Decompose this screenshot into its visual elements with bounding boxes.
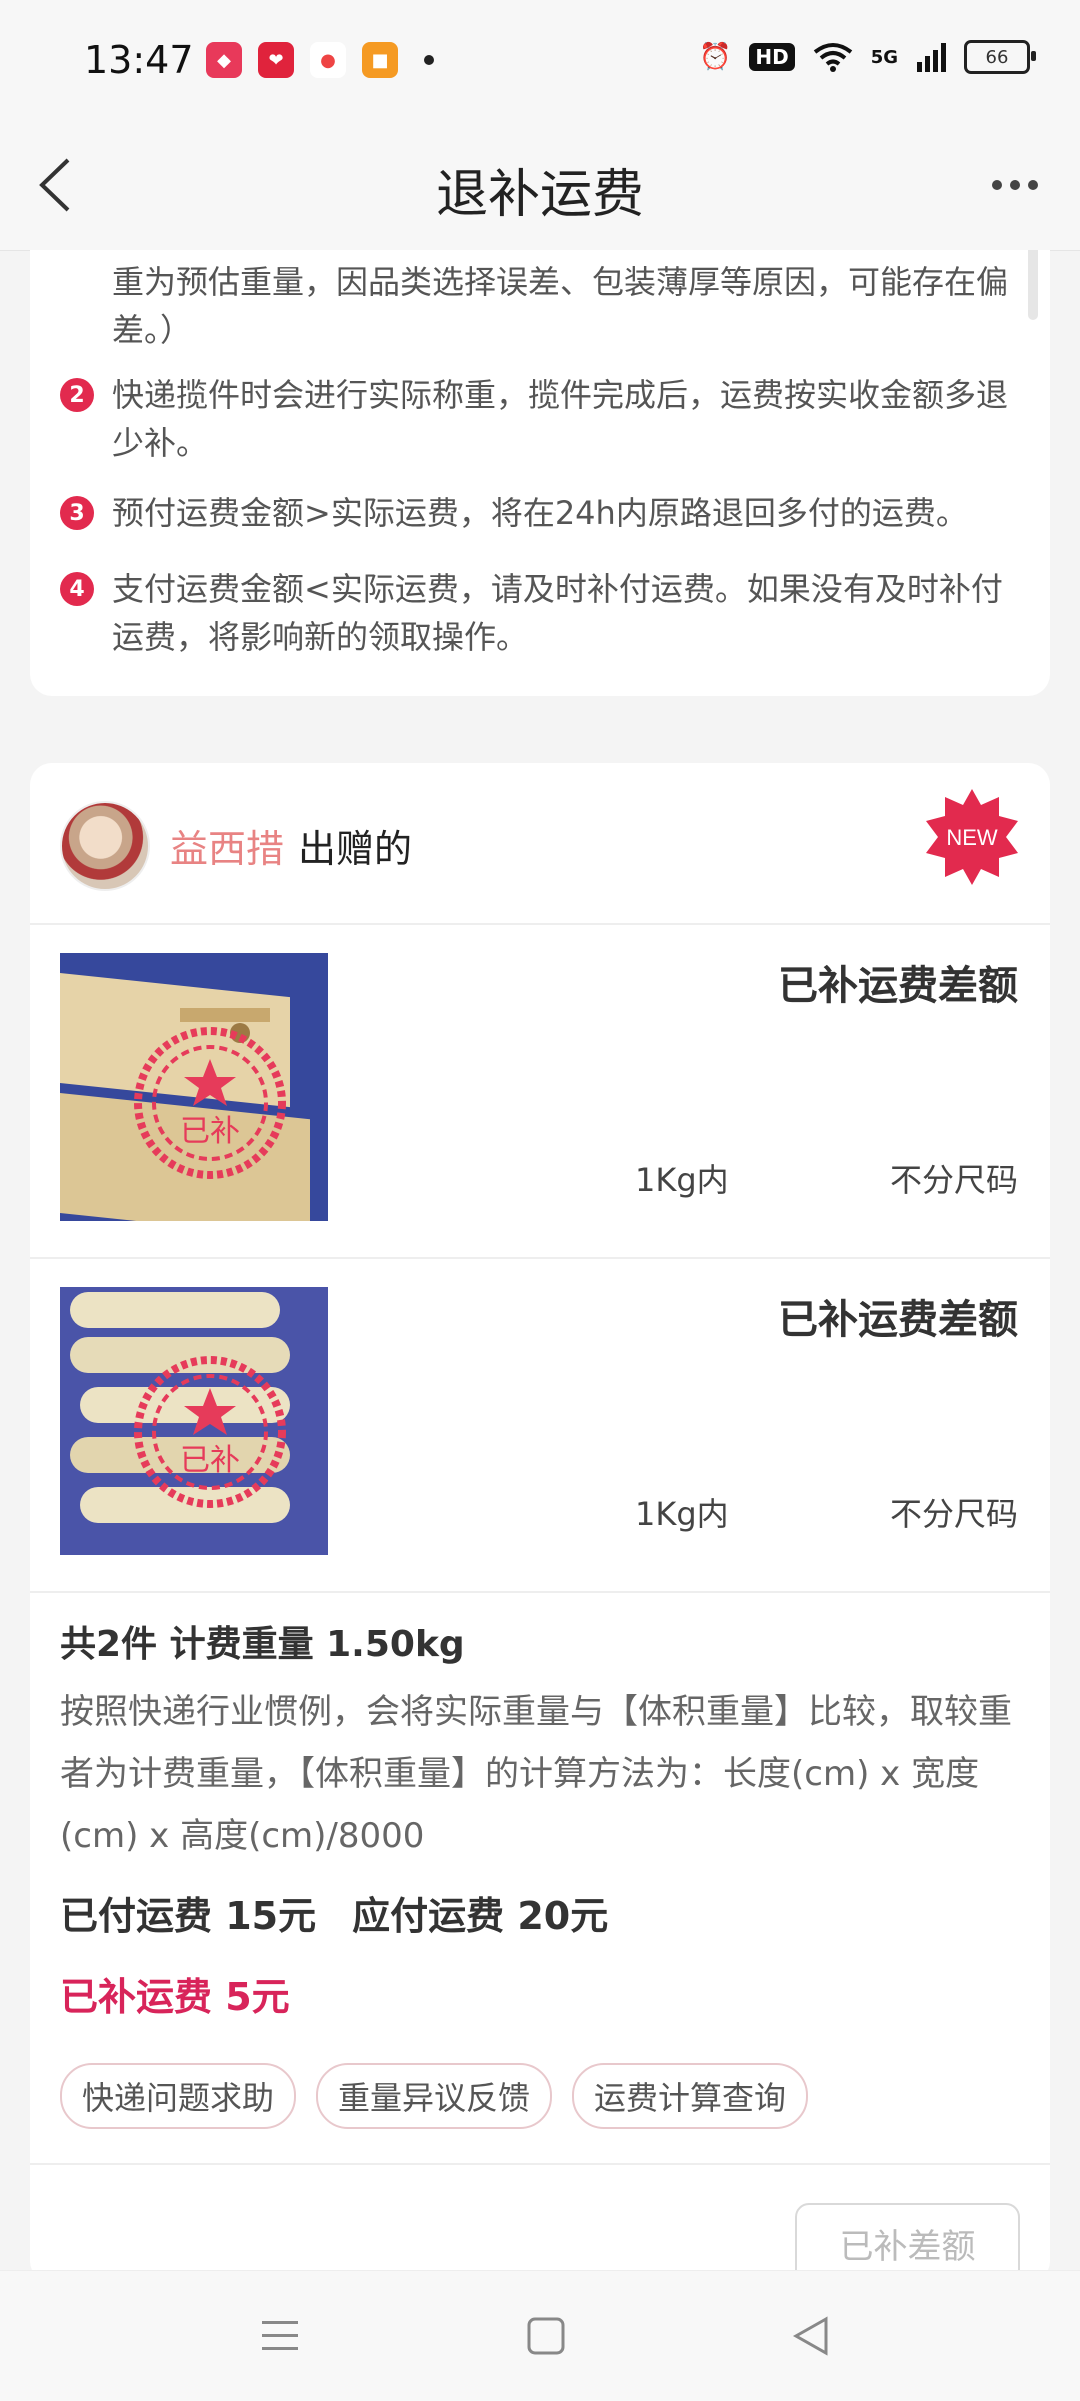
item-size: 不分尺码	[889, 1161, 1018, 1199]
app-notification-icon: ■	[362, 42, 398, 78]
rule-number-badge: 2	[60, 378, 94, 412]
chip-weight-dispute[interactable]: 重量异议反馈	[316, 2063, 553, 2129]
battery-icon: 66	[964, 40, 1036, 74]
rules-card: 重为预估重量，因品类选择误差、包装薄厚等原因，可能存在偏差。） 2 快递揽件时会…	[30, 250, 1050, 696]
menu-icon[interactable]	[250, 2311, 310, 2361]
paid-fee: 已付运费 15元	[60, 1894, 317, 1938]
giver-row[interactable]: 益西措 出赠的 NEW	[30, 763, 1050, 925]
help-chips: 快递问题求助 重量异议反馈 运费计算查询	[60, 2063, 1020, 2129]
item-size: 不分尺码	[889, 1495, 1018, 1533]
map-notification-icon: ●	[310, 42, 346, 78]
item-weight: 1Kg内	[635, 1161, 729, 1199]
order-card: 益西措 出赠的 NEW 已补 已补运费差额 1Kg内 不分尺码 已补 已补运费差…	[30, 763, 1050, 2270]
chip-fee-calculator[interactable]: 运费计算查询	[572, 2063, 809, 2129]
item-status: 已补运费差额	[778, 1297, 1018, 1343]
giver-info: 益西措 出赠的	[170, 818, 412, 873]
rule-item: 重为预估重量，因品类选择误差、包装薄厚等原因，可能存在偏差。）	[112, 263, 1009, 349]
list-item[interactable]: 已补 已补运费差额 1Kg内 不分尺码	[30, 923, 1050, 1259]
item-weight: 1Kg内	[635, 1495, 729, 1533]
giver-name[interactable]: 益西措	[170, 827, 284, 871]
network-type: 5G	[870, 46, 898, 68]
page-title: 退补运费	[435, 165, 644, 225]
system-nav-bar	[0, 2270, 1080, 2401]
battery-level: 66	[985, 46, 1009, 68]
status-indicators: ⏰ HD 5G 66	[698, 40, 1036, 74]
avatar[interactable]	[60, 801, 150, 891]
billing-description: 按照快递行业惯例，会将实际重量与【体积重量】比较，取较重者为计费重量，【体积重量…	[60, 1692, 1012, 1856]
fee-line: 已付运费 15元 应付运费 20元	[60, 1885, 1020, 1940]
rule-item: 支付运费金额<实际运费，请及时补付运费。如果没有及时补付运费，将影响新的领取操作…	[112, 570, 1003, 656]
signal-icon	[917, 43, 946, 72]
nav-bar: 退补运费	[0, 120, 1080, 251]
notification-icons: ◆ ❤ ● ■	[206, 42, 434, 78]
divider	[30, 2163, 1050, 2165]
app-notification-icon: ❤	[258, 42, 294, 78]
rule-item: 快递揽件时会进行实际称重，揽件完成后，运费按实收金额多退少补。	[112, 376, 1009, 462]
wifi-icon	[813, 43, 852, 72]
status-time: 13:47	[84, 38, 194, 82]
stamp-label: 已补	[180, 1114, 240, 1149]
hd-icon: HD	[749, 43, 795, 71]
more-notifications-dot	[424, 55, 434, 65]
more-options-icon[interactable]	[980, 160, 1050, 210]
due-fee: 应付运费 20元	[352, 1894, 609, 1938]
status-bar: 13:47 ◆ ❤ ● ■ ⏰ HD 5G 66	[0, 0, 1080, 120]
freight-summary: 共2件 计费重量 1.50kg 按照快递行业惯例，会将实际重量与【体积重量】比较…	[60, 1615, 1020, 2129]
home-icon[interactable]	[516, 2311, 576, 2361]
alarm-icon: ⏰	[698, 42, 732, 72]
chip-express-help[interactable]: 快递问题求助	[60, 2063, 297, 2129]
list-item[interactable]: 已补 已补运费差额 1Kg内 不分尺码	[30, 1257, 1050, 1593]
item-status: 已补运费差额	[778, 963, 1018, 1009]
extra-fee: 已补运费 5元	[60, 1975, 290, 2019]
stamp-icon: 已补	[134, 1356, 286, 1508]
app-notification-icon: ◆	[206, 42, 242, 78]
giver-suffix: 出赠的	[298, 827, 413, 871]
back-icon[interactable]	[782, 2311, 842, 2361]
paid-difference-button[interactable]: 已补差额	[795, 2203, 1020, 2270]
stamp-icon: 已补	[134, 1027, 286, 1179]
new-badge-label: NEW	[946, 825, 998, 850]
stamp-label: 已补	[180, 1443, 240, 1478]
content-area[interactable]: 重为预估重量，因品类选择误差、包装薄厚等原因，可能存在偏差。） 2 快递揽件时会…	[0, 250, 1080, 2270]
rule-number-badge: 4	[60, 572, 94, 606]
rule-item: 预付运费金额>实际运费，将在24h内原路退回多付的运费。	[112, 494, 968, 532]
billing-weight-title: 共2件 计费重量 1.50kg	[60, 1624, 465, 1665]
rule-number-badge: 3	[60, 496, 94, 530]
scrollbar[interactable]	[1028, 250, 1038, 320]
new-badge-icon: NEW	[926, 789, 1018, 885]
